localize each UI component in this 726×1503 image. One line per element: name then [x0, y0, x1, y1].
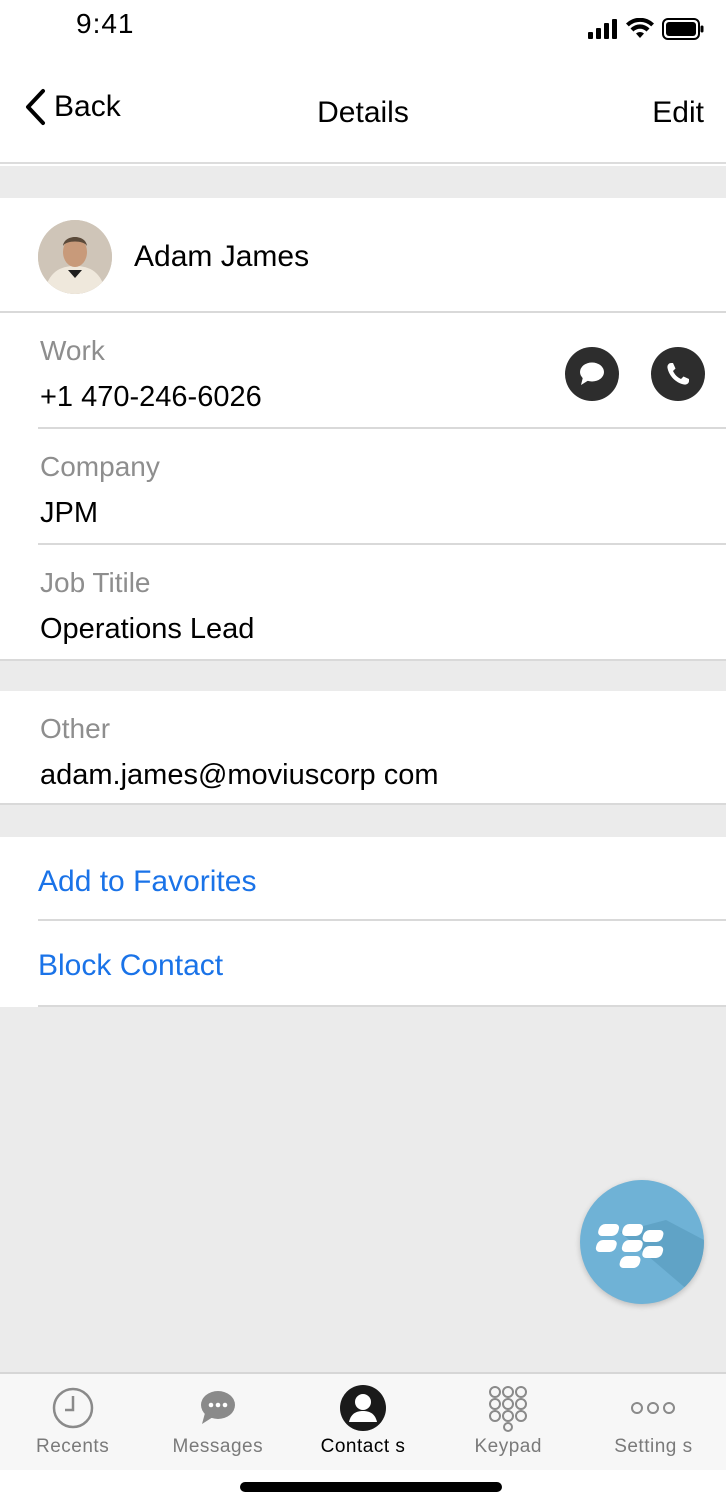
- contact-header-row: Adam James: [0, 198, 726, 313]
- section-separator: [0, 166, 726, 198]
- keypad-icon: [489, 1386, 528, 1432]
- email-value[interactable]: adam.james@moviuscorp com: [40, 759, 439, 792]
- call-button[interactable]: [651, 347, 705, 401]
- job-title-label: Job Titile: [40, 567, 151, 598]
- tab-contacts[interactable]: Contact s: [290, 1374, 435, 1470]
- status-icons: [588, 18, 704, 40]
- job-title-row: Job Titile Operations Lead: [0, 545, 726, 661]
- person-icon: [340, 1385, 386, 1431]
- status-time: 9:41: [76, 8, 135, 39]
- avatar: [38, 220, 112, 294]
- more-dots-icon: [631, 1402, 676, 1414]
- section-separator: [0, 661, 726, 691]
- tab-label: Setting s: [614, 1436, 693, 1457]
- tab-recents[interactable]: Recents: [0, 1374, 145, 1470]
- job-title-value: Operations Lead: [40, 613, 255, 645]
- other-label: Other: [40, 713, 111, 744]
- message-button[interactable]: [565, 347, 619, 401]
- phone-icon: [667, 363, 689, 385]
- blackberry-logo-icon: [595, 1220, 704, 1304]
- clock-icon: [52, 1387, 93, 1429]
- section-separator: [0, 805, 726, 837]
- company-row: Company JPM: [0, 429, 726, 545]
- block-contact-button[interactable]: Block Contact: [38, 949, 223, 983]
- tab-label: Keypad: [474, 1436, 542, 1457]
- chat-bubble-icon: [200, 1391, 235, 1424]
- tab-keypad[interactable]: Keypad: [436, 1374, 581, 1470]
- wifi-icon: [626, 18, 654, 38]
- home-indicator[interactable]: [240, 1482, 502, 1492]
- battery-icon: [662, 18, 704, 40]
- add-to-favorites-row[interactable]: Add to Favorites: [0, 837, 726, 921]
- signal-icon: [588, 19, 617, 39]
- tab-messages[interactable]: Messages: [145, 1374, 290, 1470]
- tab-label: Messages: [172, 1436, 264, 1457]
- tab-bar: Recents Messages Contact s Keypad Settin…: [0, 1372, 726, 1470]
- company-value: JPM: [40, 497, 98, 529]
- page-title: Details: [317, 96, 409, 129]
- company-label: Company: [40, 451, 160, 482]
- navigation-bar: Back Details Edit: [0, 60, 726, 164]
- tab-label: Contact s: [320, 1436, 406, 1457]
- blackberry-fab-button[interactable]: [580, 1180, 704, 1304]
- work-label: Work: [40, 335, 105, 366]
- tab-label: Recents: [36, 1436, 110, 1457]
- contact-name: Adam James: [134, 240, 310, 273]
- block-contact-row[interactable]: Block Contact: [0, 921, 726, 1007]
- tab-settings[interactable]: Setting s: [581, 1374, 726, 1470]
- status-bar: 9:41: [0, 0, 726, 60]
- email-row[interactable]: Other adam.james@moviuscorp com: [0, 691, 726, 805]
- work-phone-row[interactable]: Work +1 470-246-6026: [0, 313, 726, 429]
- work-phone-number[interactable]: +1 470-246-6026: [40, 381, 262, 414]
- edit-button[interactable]: Edit: [652, 96, 704, 130]
- chat-bubble-icon: [580, 362, 604, 385]
- add-to-favorites-button[interactable]: Add to Favorites: [38, 865, 256, 899]
